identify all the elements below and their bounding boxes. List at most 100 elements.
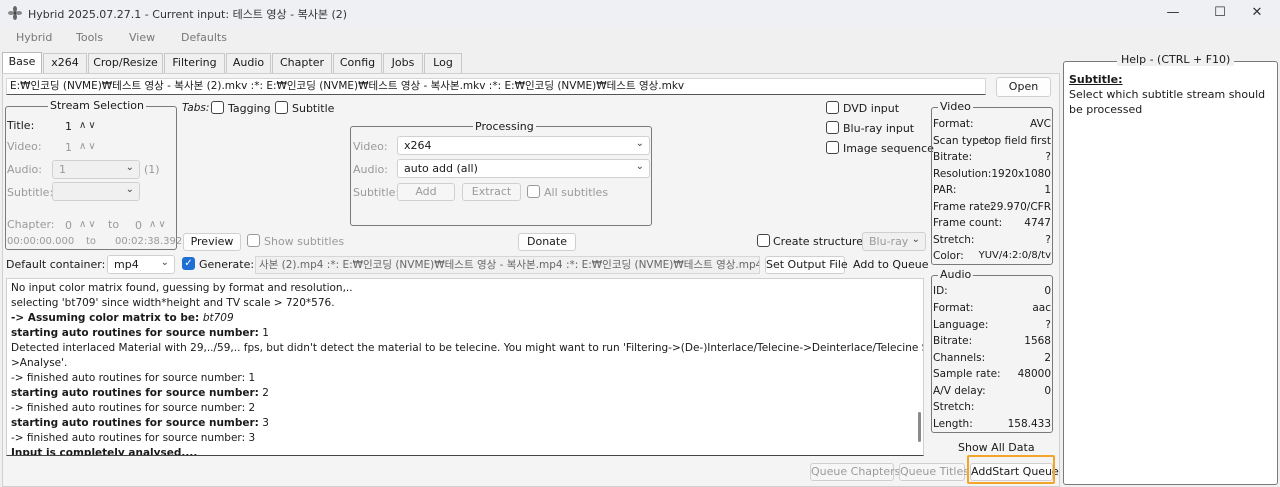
log-line: starting auto routines for source number… <box>11 327 269 339</box>
title-spinbox[interactable]: 1 ∧∨ <box>52 117 108 135</box>
donate-button[interactable]: Donate <box>518 233 576 251</box>
processing-video-label: Video: <box>353 140 388 153</box>
menu-hybrid[interactable]: Hybrid <box>16 31 52 44</box>
video-scantype-key: Scan type: <box>933 135 989 147</box>
log-line: -> finished auto routines for source num… <box>11 372 256 384</box>
title-label: Title: <box>7 119 35 132</box>
video-par-value: 1 <box>1044 184 1051 196</box>
minimize-button[interactable]: — <box>1150 0 1196 26</box>
audio-samplerate-key: Sample rate: <box>933 368 1001 380</box>
subtitle-stream-label: Subtitle: <box>7 186 54 199</box>
video-framecount-value: 4747 <box>1024 217 1051 229</box>
container-combo[interactable]: mp4 ⌄ <box>107 255 175 274</box>
create-structure-checkbox[interactable] <box>757 234 770 247</box>
show-subtitles-checkbox[interactable] <box>247 234 260 247</box>
preview-button[interactable]: Preview <box>183 233 241 251</box>
tab-filtering[interactable]: Filtering <box>164 53 225 73</box>
queue-titles-button[interactable]: Queue Titles <box>899 463 969 481</box>
generate-label: Generate: <box>199 258 255 271</box>
add-to-queue-button[interactable]: Add to Queue <box>853 258 928 271</box>
open-button[interactable]: Open <box>996 77 1051 97</box>
audio-info-title: Audio <box>938 268 974 281</box>
show-all-data-button[interactable]: Show All Data <box>958 441 1035 454</box>
help-text: Select which subtitle stream should be p… <box>1069 88 1266 116</box>
window-title: Hybrid 2025.07.27.1 - Current input: 테스트… <box>28 8 348 21</box>
structure-combo[interactable]: Blu-ray ⌄ <box>862 232 926 251</box>
tab-audio[interactable]: Audio <box>226 53 271 73</box>
set-output-file-button[interactable]: Set Output File <box>765 256 848 274</box>
tab-jobs[interactable]: Jobs <box>383 53 423 73</box>
log-line: No input color matrix found, guessing by… <box>11 282 353 294</box>
queue-chapters-button[interactable]: Queue Chapters <box>810 463 900 481</box>
log-output: No input color matrix found, guessing by… <box>6 278 924 456</box>
video-framerate-value: 29.970/CFR <box>990 201 1051 213</box>
extract-subtitle-button[interactable]: Extract <box>462 183 521 201</box>
help-subtitle: Subtitle: <box>1069 73 1123 86</box>
help-panel <box>1063 61 1278 485</box>
video-stream-label: Video: <box>7 140 42 153</box>
video-resolution-value: 1920x1080 <box>991 168 1051 180</box>
video-info-title: Video <box>938 100 973 113</box>
log-line: selecting 'bt709' since width*height and… <box>11 297 335 309</box>
audio-language-key: Language: <box>933 319 989 331</box>
video-format-key: Format: <box>933 118 974 130</box>
all-subtitles-label: All subtitles <box>544 186 609 199</box>
tab-log[interactable]: Log <box>424 53 462 73</box>
audio-format-value: aac <box>1032 302 1051 314</box>
menu-tools[interactable]: Tools <box>76 31 103 44</box>
input-path-field[interactable]: E:₩인코딩 (NVME)₩테스트 영상 - 복사본 (2).mkv :*: E… <box>6 78 986 95</box>
close-button[interactable]: ✕ <box>1234 0 1280 26</box>
subtitle-stream-combo[interactable]: ⌄ <box>52 182 140 201</box>
video-encoder-combo[interactable]: x264 ⌄ <box>397 136 650 155</box>
bluray-input-checkbox[interactable] <box>826 121 839 134</box>
audio-bitrate-value: 1568 <box>1024 335 1051 347</box>
tagging-checkbox[interactable] <box>211 101 224 114</box>
audio-format-key: Format: <box>933 302 974 314</box>
audio-processing-combo[interactable]: auto add (all) ⌄ <box>397 159 650 178</box>
output-path-field[interactable]: 사본 (2).mp4 :*: E:₩인코딩 (NVME)₩테스트 영상 - 복사… <box>255 256 760 274</box>
image-sequence-label: Image sequence <box>843 142 934 155</box>
stream-selection-title: Stream Selection <box>48 99 146 112</box>
processing-subtitle-label: Subtitle: <box>353 186 400 199</box>
video-stretch-key: Stretch: <box>933 234 975 246</box>
log-line: >Analyse'. <box>11 357 68 369</box>
tab-config[interactable]: Config <box>333 53 382 73</box>
menu-view[interactable]: View <box>129 31 155 44</box>
subtitle-tab-checkbox[interactable] <box>275 101 288 114</box>
time-from: 00:00:00.000 <box>7 236 75 247</box>
video-stream-spinbox[interactable]: 1 ∧∨ <box>52 138 108 156</box>
dvd-input-checkbox[interactable] <box>826 101 839 114</box>
log-line: -> finished auto routines for source num… <box>11 402 256 414</box>
video-stretch-value: ? <box>1045 234 1051 246</box>
audio-language-value: ? <box>1045 319 1051 331</box>
create-structure-label: Create structure: <box>773 235 867 248</box>
log-line: -> finished auto routines for source num… <box>11 432 256 444</box>
add-subtitle-button[interactable]: Add <box>397 183 455 201</box>
tab-chapter[interactable]: Chapter <box>272 53 332 73</box>
audio-stream-combo[interactable]: 1 ⌄ <box>52 160 140 179</box>
tabs-label: Tabs: <box>182 102 210 114</box>
menu-defaults[interactable]: Defaults <box>181 31 227 44</box>
audio-count: (1) <box>144 163 160 176</box>
show-subtitles-label: Show subtitles <box>264 235 345 248</box>
chapter-from-spinbox[interactable]: 0 ∧∨ <box>52 216 104 234</box>
dvd-input-label: DVD input <box>843 102 900 115</box>
image-sequence-checkbox[interactable] <box>826 141 839 154</box>
audio-channels-key: Channels: <box>933 352 986 364</box>
audio-channels-value: 2 <box>1044 352 1051 364</box>
bluray-input-label: Blu-ray input <box>843 122 915 135</box>
all-subtitles-checkbox[interactable] <box>527 185 540 198</box>
audio-avdelay-key: A/V delay: <box>933 385 986 397</box>
audio-avdelay-value: 0 <box>1044 385 1051 397</box>
time-to-label: to <box>86 236 97 247</box>
tab-crop-resize[interactable]: Crop/Resize <box>88 53 163 73</box>
tab-x264[interactable]: x264 <box>43 53 87 73</box>
video-format-value: AVC <box>1029 118 1051 130</box>
chapter-to-spinbox[interactable]: 0 ∧∨ <box>122 216 174 234</box>
log-scrollbar[interactable] <box>918 412 921 442</box>
audio-length-key: Length: <box>933 418 973 430</box>
log-line: starting auto routines for source number… <box>11 387 269 399</box>
generate-checkbox[interactable]: ✓ <box>182 257 195 270</box>
tab-base[interactable]: Base <box>2 52 42 74</box>
tagging-label: Tagging <box>228 102 271 115</box>
